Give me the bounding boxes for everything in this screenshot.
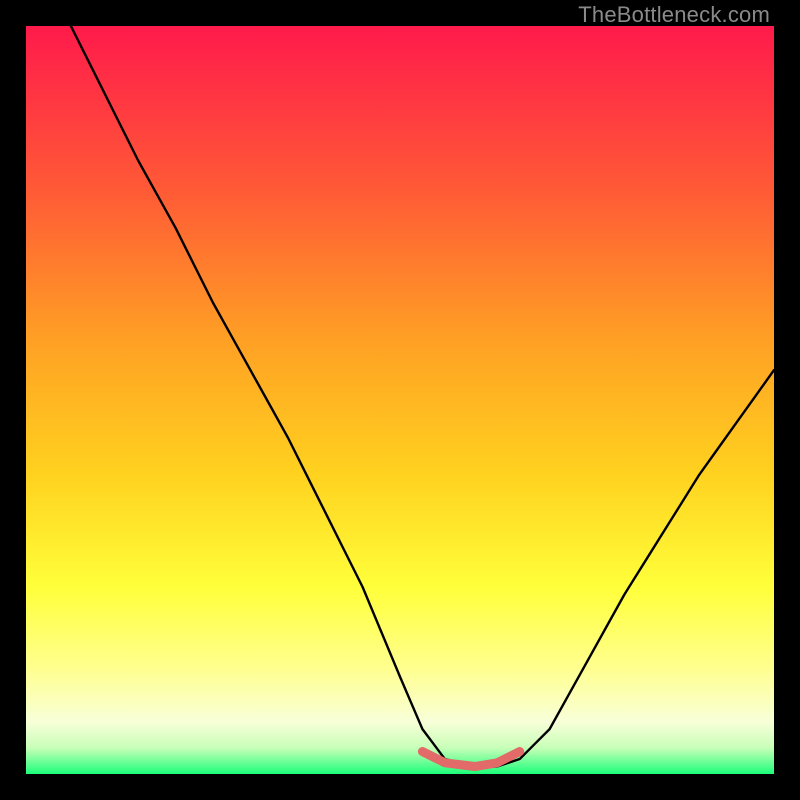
chart-frame	[26, 26, 774, 774]
watermark-text: TheBottleneck.com	[578, 2, 770, 28]
bottleneck-curve	[26, 26, 774, 774]
